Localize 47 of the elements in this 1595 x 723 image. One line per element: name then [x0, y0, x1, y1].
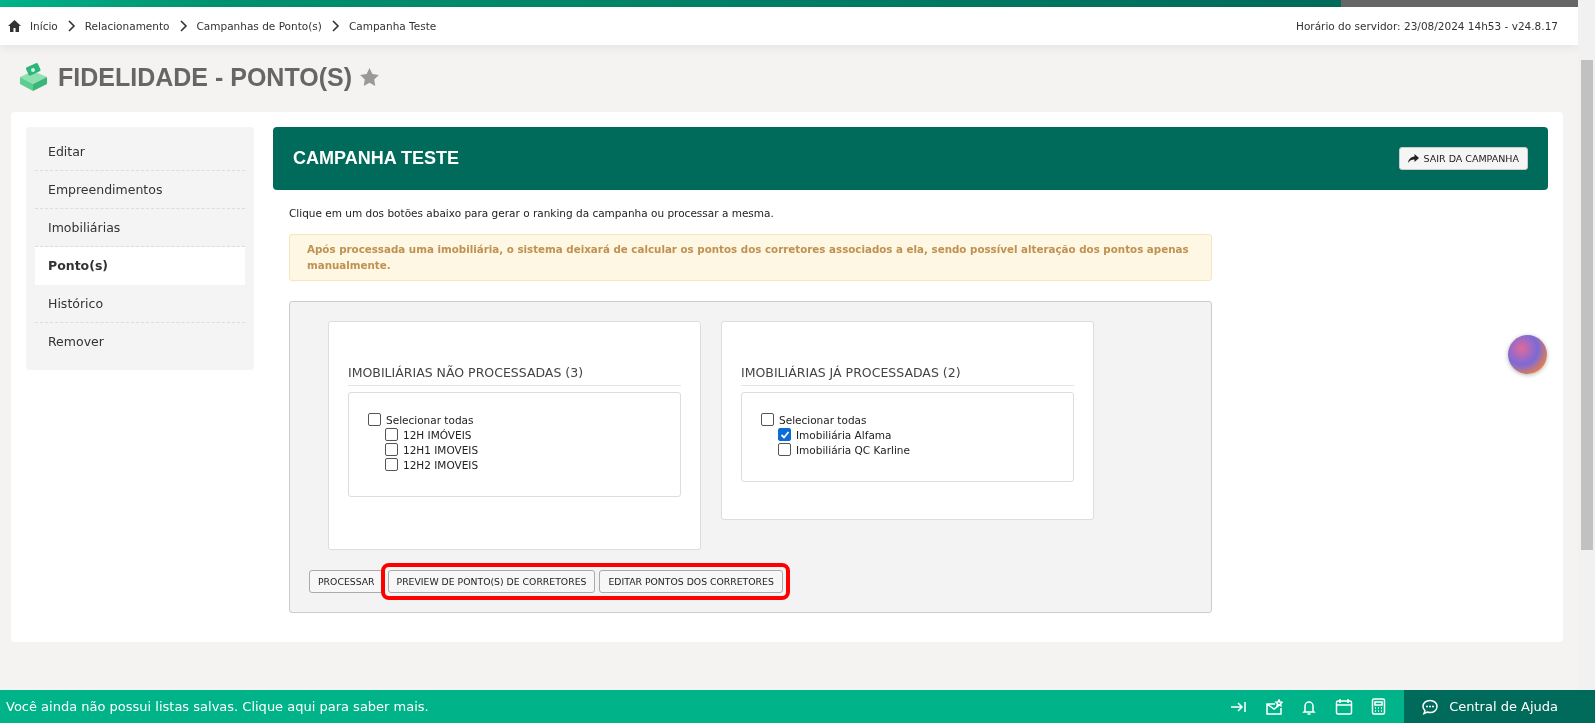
chevron-icon [178, 20, 188, 32]
page-title: FIDELIDADE - PONTO(S) [58, 62, 352, 92]
action-button[interactable]: PROCESSAR [309, 570, 384, 593]
share-arrow-icon [1407, 154, 1419, 163]
checkbox-label: Imobiliária QC Karline [796, 443, 910, 456]
breadcrumb-link[interactable]: Início [30, 20, 58, 32]
help-center-button[interactable]: Central de Ajuda [1404, 690, 1595, 723]
checkbox-label: Selecionar todas [386, 413, 474, 426]
breadcrumb-link[interactable]: Campanhas de Ponto(s) [196, 20, 322, 32]
sidebar-item[interactable]: Histórico [35, 285, 245, 323]
envelope-star-icon[interactable] [1265, 698, 1284, 715]
warning-message: Após processada uma imobiliária, o sistema deixará de calcular os pontos dos corretores associados a ela, sendo possível alteração dos pontos apenas manualmente. [289, 234, 1212, 281]
checkbox[interactable] [761, 413, 774, 426]
checkbox[interactable] [385, 443, 398, 456]
panel-title: IMOBILIÁRIAS NÃO PROCESSADAS (3) [348, 365, 681, 386]
checkbox[interactable] [368, 413, 381, 426]
checkbox-label: Selecionar todas [779, 413, 867, 426]
campaign-title: CAMPANHA TESTE [293, 148, 459, 169]
checkbox[interactable] [385, 458, 398, 471]
breadcrumb-link[interactable]: Campanha Teste [348, 20, 437, 32]
bell-icon[interactable] [1301, 698, 1318, 715]
action-button[interactable]: EDITAR PONTOS DOS CORRETORES [599, 570, 783, 593]
calculator-icon[interactable] [1371, 698, 1387, 715]
checkbox-label: 12H IMÓVEIS [403, 428, 472, 441]
chat-bubble-icon [1421, 698, 1440, 715]
checkbox[interactable] [385, 428, 398, 441]
money-box-icon [17, 62, 50, 92]
home-icon [8, 20, 21, 32]
checkbox-label: 12H1 IMOVEIS [403, 443, 479, 456]
checkbox-label: 12H2 IMOVEIS [403, 458, 479, 471]
breadcrumb-link[interactable]: Relacionamento [84, 20, 170, 32]
chevron-icon [330, 20, 340, 32]
star-icon[interactable] [360, 68, 379, 86]
exit-campaign-button[interactable]: SAIR DA CAMPANHA [1398, 147, 1528, 170]
sidebar-item[interactable]: Remover [35, 323, 245, 360]
chevron-icon [66, 20, 76, 32]
server-time-text: Horário do servidor: 23/08/2024 14h53 - v24.8.17 [1296, 20, 1558, 32]
checkbox[interactable] [778, 428, 791, 441]
sidebar-item[interactable]: Empreendimentos [35, 171, 245, 209]
checkbox-label: Imobiliária Alfama [796, 428, 892, 441]
sidebar-item[interactable]: Editar [35, 133, 245, 171]
checkbox[interactable] [778, 443, 791, 456]
sidebar-item[interactable]: Ponto(s) [35, 247, 245, 285]
panel-title: IMOBILIÁRIAS JÁ PROCESSADAS (2) [741, 365, 1074, 386]
instruction-text: Clique em um dos botões abaixo para gerar o ranking da campanha ou processar a mesma. [289, 207, 775, 219]
calendar-icon[interactable] [1335, 698, 1354, 715]
action-button[interactable]: PREVIEW DE PONTO(S) DE CORRETORES [387, 570, 596, 593]
